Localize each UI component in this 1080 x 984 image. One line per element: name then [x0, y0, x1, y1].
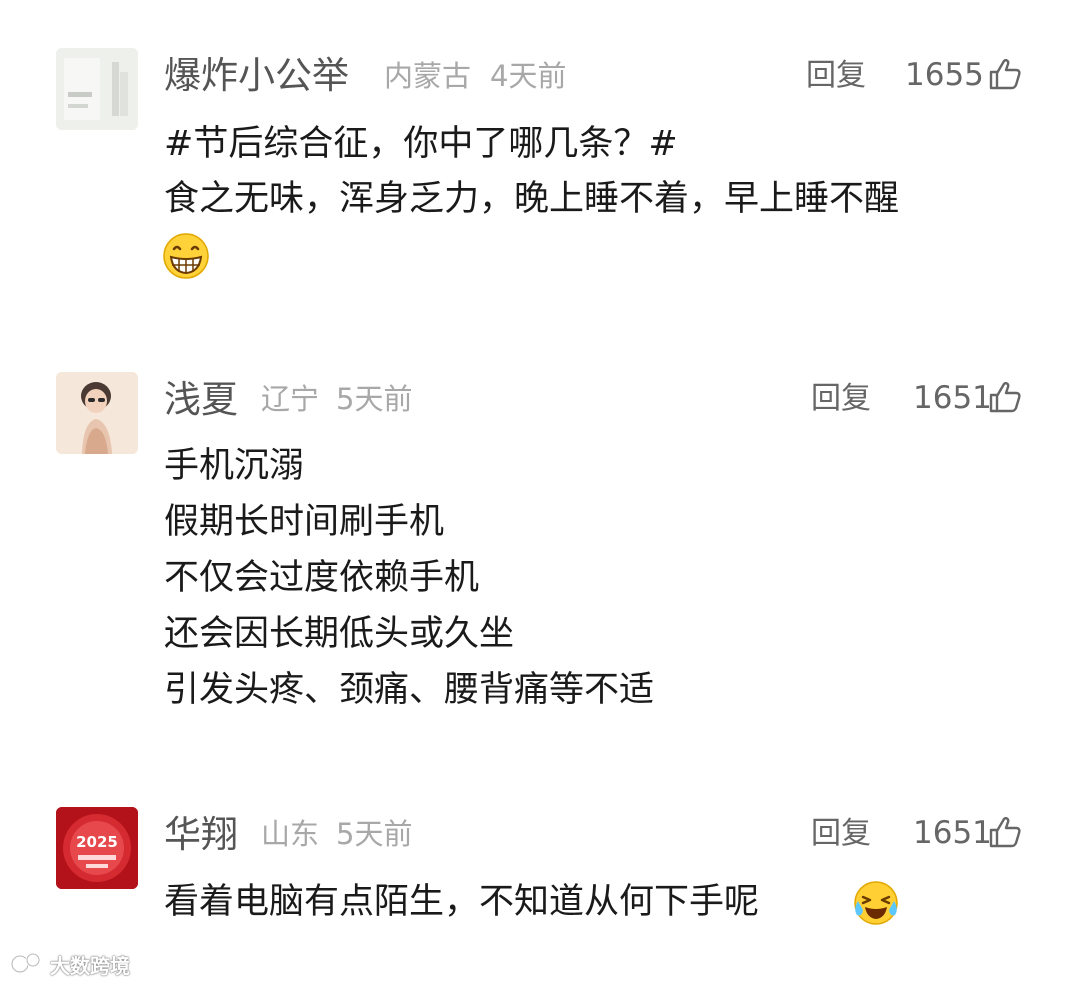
like-count: 1651 — [913, 815, 992, 851]
illustrated-girl-avatar-icon — [56, 372, 138, 454]
author-location: 山东 — [261, 817, 320, 851]
avatar-year-label: 2025 — [76, 833, 118, 851]
like-count: 1655 — [905, 57, 984, 93]
author-name[interactable]: 华翔 — [164, 816, 238, 853]
comment-text-line: 还会因长期低头或久坐 — [164, 614, 515, 654]
comment-time: 5天前 — [336, 382, 413, 416]
avatar[interactable] — [56, 372, 138, 454]
watermark-text: 大数跨境 — [50, 953, 130, 978]
author-name[interactable]: 浅夏 — [164, 381, 238, 418]
watermark-logo-icon — [10, 952, 41, 974]
avatar[interactable]: 2025 — [56, 807, 138, 889]
comment-text-line: 引发头疼、颈痛、腰背痛等不适 — [164, 670, 655, 710]
laughing-crying-emoji — [854, 881, 898, 925]
comment-text-line: 食之无味，浑身乏力，晚上睡不着，早上睡不醒 — [164, 179, 900, 219]
comment-text-line: #节后综合征，你中了哪几条？# — [164, 124, 678, 164]
comment-text-line: 手机沉溺 — [164, 446, 305, 486]
like-thumb-icon[interactable] — [988, 380, 1022, 414]
like-thumb-icon[interactable] — [988, 815, 1022, 849]
minimal-book-cover-avatar-icon — [56, 48, 138, 130]
comment-text-line: 假期长时间刷手机 — [164, 502, 445, 542]
comment-time: 4天前 — [490, 59, 567, 93]
comment-time: 5天前 — [336, 817, 413, 851]
reply-button[interactable]: 回复 — [806, 61, 866, 91]
author-location: 辽宁 — [261, 382, 320, 416]
comment-text-line: 不仅会过度依赖手机 — [164, 558, 480, 598]
author-location: 内蒙古 — [384, 59, 472, 93]
like-thumb-icon[interactable] — [988, 57, 1022, 91]
comment-text-line: 看着电脑有点陌生，不知道从何下手呢 — [164, 882, 760, 922]
reply-button[interactable]: 回复 — [811, 819, 871, 849]
reply-button[interactable]: 回复 — [811, 384, 871, 414]
avatar[interactable] — [56, 48, 138, 130]
grinning-face-emoji — [163, 233, 209, 279]
author-name[interactable]: 爆炸小公举 — [164, 57, 349, 94]
like-count: 1651 — [913, 380, 992, 416]
watermark: 大数跨境 — [10, 948, 130, 980]
